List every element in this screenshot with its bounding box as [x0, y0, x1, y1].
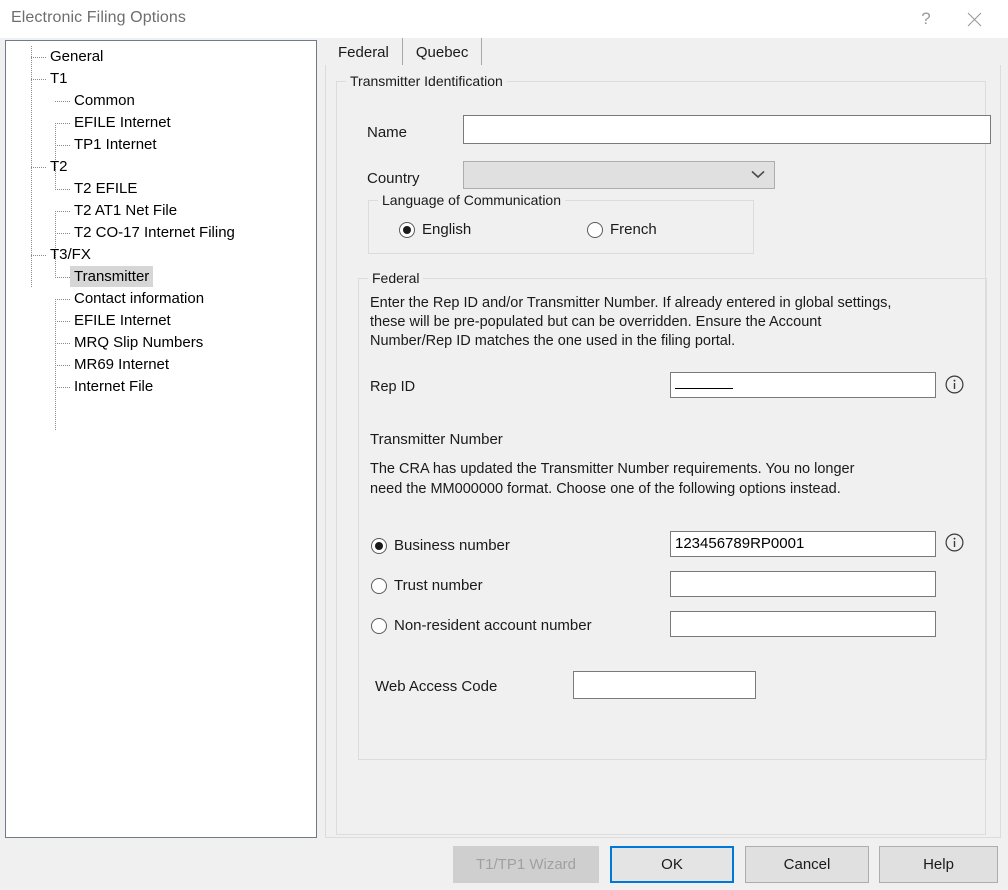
radio-french-indicator[interactable]	[587, 221, 603, 238]
help-label: Help	[923, 856, 954, 873]
tree-item-label: T2 EFILE	[74, 180, 138, 197]
radio-business-number-label: Business number	[394, 537, 510, 554]
radio-english-indicator[interactable]	[399, 221, 415, 238]
business-number-input-value: 123456789RP0001	[675, 535, 805, 552]
business-number-input[interactable]: 123456789RP0001	[670, 531, 936, 557]
federal-intro-line-1: Enter the Rep ID and/or Transmitter Numb…	[370, 295, 892, 311]
tree-item-label: EFILE Internet	[74, 312, 171, 329]
transmitter-identification-group: Transmitter Identification Name Country …	[336, 73, 991, 835]
tree-item-tp1-internet[interactable]: TP1 Internet	[6, 134, 316, 156]
tree-item-label: Common	[74, 92, 135, 109]
federal-group: Federal Enter the Rep ID and/or Transmit…	[358, 270, 987, 760]
tree-item-contact-information[interactable]: Contact information	[6, 288, 316, 310]
tree-item-t2[interactable]: T2	[6, 156, 316, 178]
title-bar: Electronic Filing Options ?	[0, 0, 1008, 38]
name-input[interactable]	[463, 115, 991, 144]
tree-item-label: T3/FX	[50, 246, 91, 263]
web-access-code-label: Web Access Code	[375, 678, 498, 695]
tree-item-label: MR69 Internet	[74, 356, 170, 373]
rep-id-input-mask	[675, 388, 733, 389]
t1-tp1-wizard-label: T1/TP1 Wizard	[475, 856, 577, 873]
country-label: Country	[367, 170, 420, 187]
tree-item-mrq-slip-numbers[interactable]: MRQ Slip Numbers	[6, 332, 316, 354]
federal-intro-line-3: Number/Rep ID matches the one used in th…	[370, 333, 736, 349]
tree-item-label: T1	[50, 70, 68, 87]
name-label: Name	[367, 124, 408, 141]
federal-group-title: Federal	[368, 270, 424, 286]
radio-trust-number[interactable]: Trust number	[371, 577, 483, 594]
transmitter-identification-title: Transmitter Identification	[346, 73, 507, 89]
web-access-code-input[interactable]	[573, 671, 756, 699]
radio-trust-number-label: Trust number	[394, 577, 483, 594]
tree-item-label: Transmitter	[70, 266, 154, 287]
radio-non-resident-account-number-indicator[interactable]	[371, 617, 387, 634]
radio-business-number[interactable]: Business number	[371, 537, 510, 554]
tree-item-t1[interactable]: T1	[6, 68, 316, 90]
radio-business-number-indicator[interactable]	[371, 537, 387, 554]
tree-item-mr69-internet[interactable]: MR69 Internet	[6, 354, 316, 376]
tree-item-label: General	[50, 48, 104, 65]
ok-label: OK	[661, 856, 683, 873]
tree-inner: General T1 Common EFILE Internet TP1 Int…	[6, 41, 316, 431]
tree-item-label: MRQ Slip Numbers	[74, 334, 204, 351]
tree-item-t2-co17-internet-filing[interactable]: T2 CO-17 Internet Filing	[6, 222, 316, 244]
tree-item-label: T2	[50, 158, 68, 175]
tab-label: Quebec	[415, 43, 469, 61]
rep-id-label: Rep ID	[370, 379, 416, 395]
dialog-button-bar: T1/TP1 Wizard OK Cancel Help	[0, 846, 1008, 890]
trust-number-input[interactable]	[670, 571, 936, 597]
radio-english-label: English	[422, 221, 472, 238]
tree-item-t3-fx[interactable]: T3/FX	[6, 244, 316, 266]
radio-non-resident-account-number-label: Non-resident account number	[394, 617, 592, 634]
tree-item-label: T2 CO-17 Internet Filing	[74, 224, 235, 241]
t1-tp1-wizard-button[interactable]: T1/TP1 Wizard	[453, 846, 599, 883]
tree-item-efile-internet-t3[interactable]: EFILE Internet	[6, 310, 316, 332]
tab-quebec[interactable]: Quebec	[403, 38, 483, 66]
language-group-title: Language of Communication	[378, 192, 566, 208]
country-select[interactable]	[463, 161, 775, 189]
language-of-communication-group: Language of Communication English French	[368, 192, 754, 254]
close-icon	[967, 12, 982, 27]
cancel-label: Cancel	[783, 856, 831, 873]
transmitter-number-label: Transmitter Number	[370, 431, 503, 448]
help-button[interactable]: Help	[879, 846, 998, 883]
navigation-tree-panel[interactable]: General T1 Common EFILE Internet TP1 Int…	[5, 40, 317, 838]
tab-content-federal: Transmitter Identification Name Country …	[325, 65, 1001, 838]
tab-label: Federal	[338, 43, 389, 61]
tree-item-label: Internet File	[74, 378, 154, 395]
transmitter-number-line-1: The CRA has updated the Transmitter Numb…	[370, 461, 855, 477]
ok-button[interactable]: OK	[610, 846, 734, 883]
radio-trust-number-indicator[interactable]	[371, 577, 387, 594]
tree-item-transmitter[interactable]: Transmitter	[6, 266, 316, 288]
tree-item-label: T2 AT1 Net File	[74, 202, 178, 219]
help-titlebar-button[interactable]: ?	[903, 0, 949, 38]
tree-item-general[interactable]: General	[6, 46, 316, 68]
tree-item-internet-file[interactable]: Internet File	[6, 376, 316, 398]
tab-federal[interactable]: Federal	[325, 38, 403, 66]
radio-french-label: French	[610, 221, 657, 238]
rep-id-info-icon[interactable]	[945, 375, 964, 394]
chevron-down-icon	[751, 166, 765, 184]
radio-french[interactable]: French	[587, 221, 657, 238]
business-number-info-icon[interactable]	[945, 533, 964, 552]
radio-non-resident-account-number[interactable]: Non-resident account number	[371, 617, 592, 634]
close-button[interactable]	[951, 0, 997, 38]
right-pane: Federal Quebec Transmitter Identificatio…	[322, 38, 1003, 838]
federal-intro-line-2: these will be pre-populated but can be o…	[370, 314, 822, 330]
tree-item-label: EFILE Internet	[74, 114, 171, 131]
tree-item-t2-efile[interactable]: T2 EFILE	[6, 178, 316, 200]
radio-english[interactable]: English	[399, 221, 471, 238]
tab-strip: Federal Quebec	[325, 38, 483, 66]
window-title: Electronic Filing Options	[11, 9, 187, 26]
tree-item-t2-at1-net-file[interactable]: T2 AT1 Net File	[6, 200, 316, 222]
question-mark-icon: ?	[921, 9, 931, 28]
rep-id-input[interactable]	[670, 372, 936, 398]
transmitter-number-line-2: need the MM000000 format. Choose one of …	[370, 481, 841, 497]
non-resident-account-number-input[interactable]	[670, 611, 936, 637]
tree-item-efile-internet-t1[interactable]: EFILE Internet	[6, 112, 316, 134]
tree-item-label: TP1 Internet	[74, 136, 157, 153]
cancel-button[interactable]: Cancel	[745, 846, 869, 883]
tree-item-common[interactable]: Common	[6, 90, 316, 112]
tree-item-label: Contact information	[74, 290, 205, 307]
